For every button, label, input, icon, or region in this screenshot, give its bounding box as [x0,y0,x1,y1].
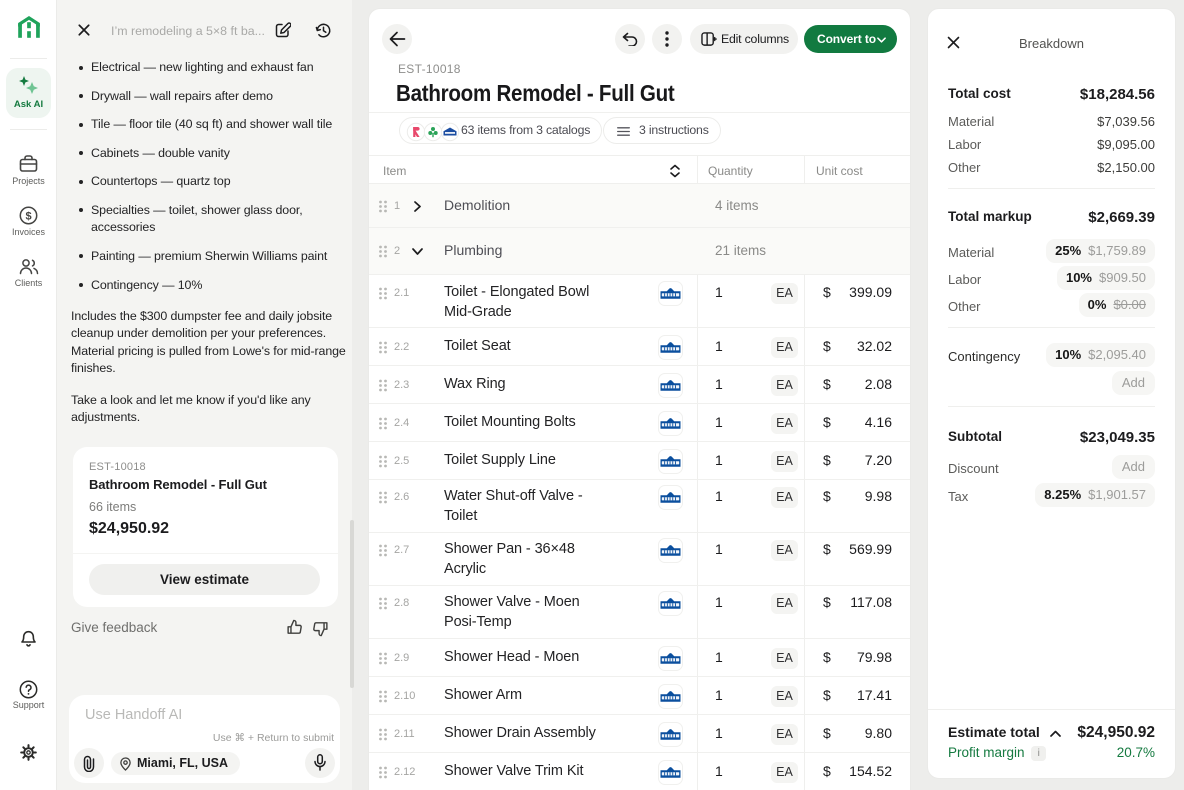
svg-text:$: $ [25,210,31,222]
